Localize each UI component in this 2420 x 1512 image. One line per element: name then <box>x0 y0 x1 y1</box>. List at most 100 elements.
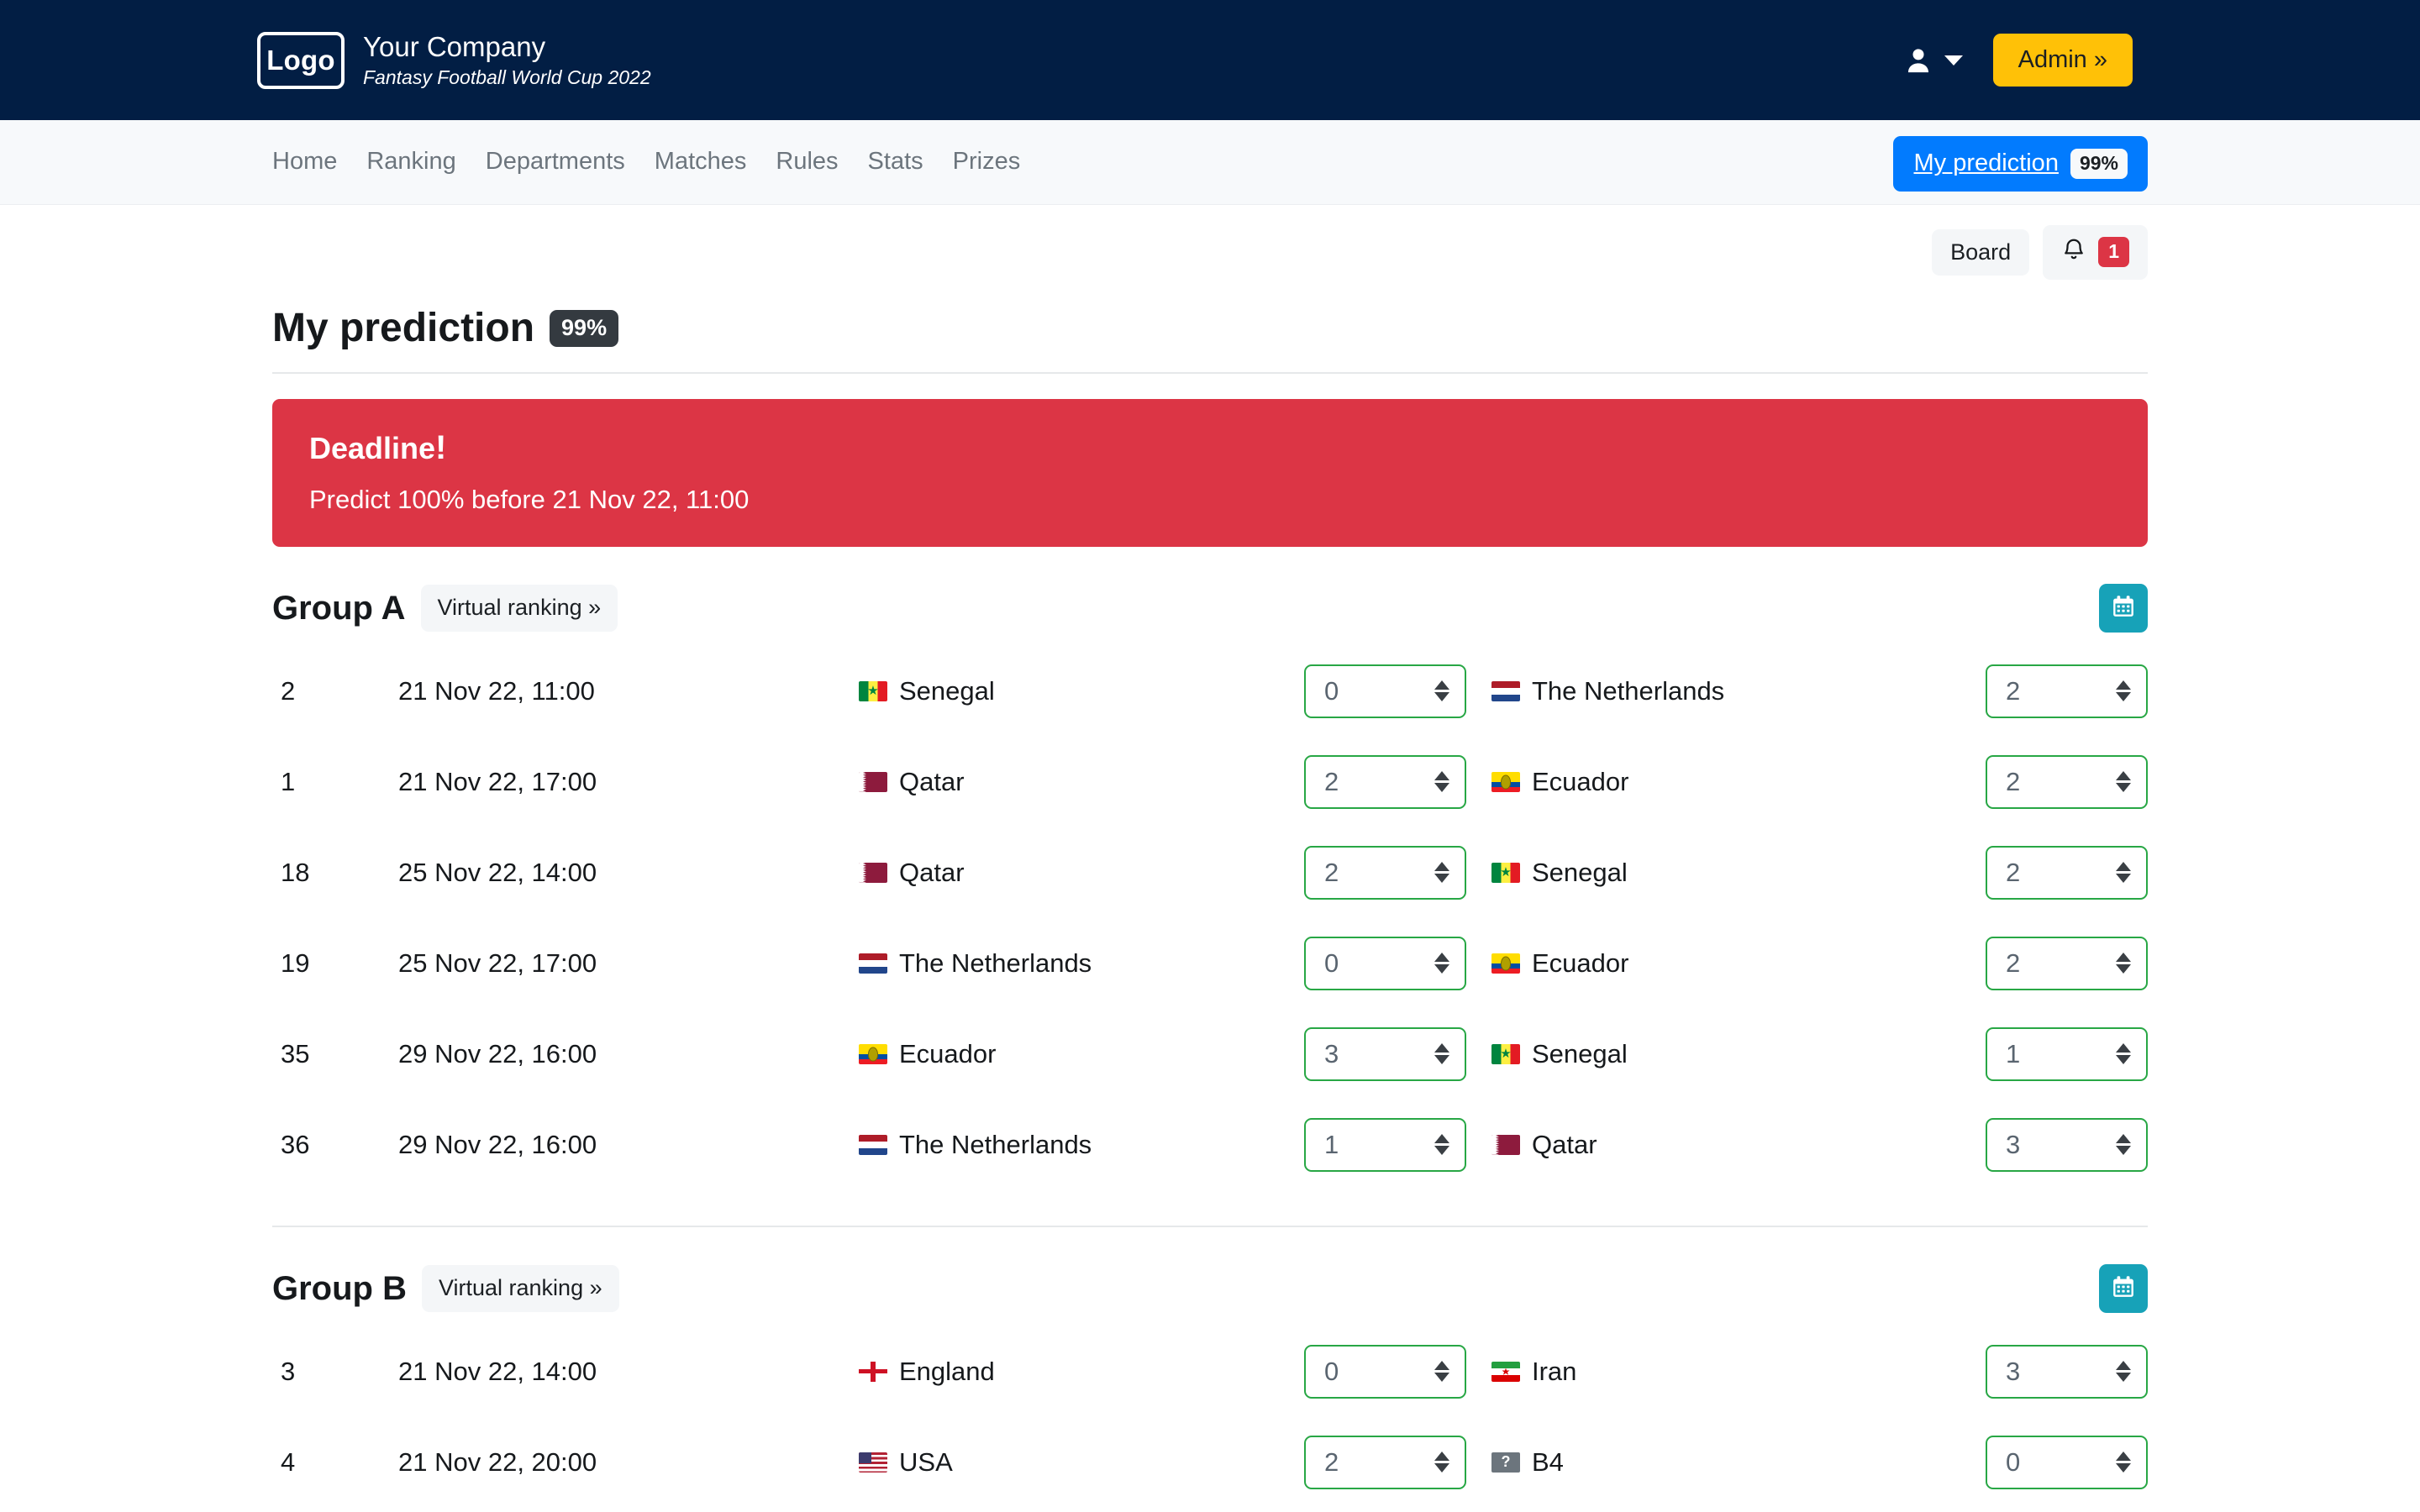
chevron-down-icon[interactable] <box>1434 1373 1449 1383</box>
chevron-down-icon[interactable] <box>2116 1373 2131 1383</box>
admin-button[interactable]: Admin » <box>1992 34 2133 87</box>
chevron-up-icon[interactable] <box>2116 1452 2131 1462</box>
home-score-input[interactable]: 2 <box>1304 754 1466 809</box>
chevron-up-icon[interactable] <box>1434 1452 1449 1462</box>
away-score-stepper[interactable] <box>2116 1043 2131 1065</box>
board-button[interactable]: Board <box>1932 228 2030 276</box>
chevron-down-icon[interactable] <box>1434 964 1449 974</box>
chevron-down-icon[interactable] <box>2116 692 2131 702</box>
chevron-down-icon[interactable] <box>2116 1055 2131 1065</box>
my-prediction-button[interactable]: My prediction 99% <box>1893 136 2148 192</box>
home-score-value: 3 <box>1324 1039 1339 1069</box>
home-score-input[interactable]: 0 <box>1304 1344 1466 1399</box>
home-score-stepper[interactable] <box>1434 953 1449 974</box>
match-datetime: 21 Nov 22, 11:00 <box>398 675 595 706</box>
home-score-input[interactable]: 2 <box>1304 1435 1466 1489</box>
away-score-input[interactable]: 2 <box>1986 664 2148 718</box>
away-score-stepper[interactable] <box>2116 1452 2131 1473</box>
nav-item-matches[interactable]: Matches <box>655 148 747 176</box>
chevron-up-icon[interactable] <box>1434 862 1449 872</box>
home-score-input[interactable]: 3 <box>1304 1026 1466 1081</box>
notifications-button[interactable]: 1 <box>2043 225 2148 280</box>
away-team-name: The Netherlands <box>1532 675 1725 706</box>
away-score-stepper[interactable] <box>2116 953 2131 974</box>
chevron-down-icon[interactable] <box>1434 1146 1449 1156</box>
chevron-up-icon[interactable] <box>1434 1361 1449 1371</box>
nav-item-ranking[interactable]: Ranking <box>366 148 455 176</box>
company-name: Your Company <box>363 30 546 62</box>
chevron-down-icon[interactable] <box>2116 1463 2131 1473</box>
nav-item-departments[interactable]: Departments <box>486 148 625 176</box>
nav-item-prizes[interactable]: Prizes <box>953 148 1021 176</box>
home-score-stepper[interactable] <box>1434 680 1449 702</box>
away-score-stepper[interactable] <box>2116 680 2131 702</box>
home-score-stepper[interactable] <box>1434 1043 1449 1065</box>
home-score-input[interactable]: 0 <box>1304 664 1466 718</box>
away-score-input[interactable]: 2 <box>1986 845 2148 900</box>
group-divider <box>272 1225 2148 1227</box>
virtual-ranking-button[interactable]: Virtual ranking » <box>420 584 618 632</box>
chevron-up-icon[interactable] <box>2116 1134 2131 1144</box>
chevron-up-icon[interactable] <box>1434 1134 1449 1144</box>
nav-item-rules[interactable]: Rules <box>776 148 838 176</box>
chevron-down-icon[interactable] <box>2116 874 2131 884</box>
main-navigation: Home Ranking Departments Matches Rules S… <box>0 120 2420 205</box>
chevron-up-icon[interactable] <box>2116 680 2131 690</box>
brand[interactable]: Logo Your Company Fantasy Football World… <box>257 31 651 89</box>
nav-item-stats[interactable]: Stats <box>868 148 923 176</box>
chevron-down-icon[interactable] <box>1434 1055 1449 1065</box>
away-score-value: 1 <box>2006 1039 2021 1069</box>
chevron-up-icon[interactable] <box>1434 771 1449 781</box>
deadline-title-text: Deadline <box>309 430 436 465</box>
chevron-down-icon[interactable] <box>2116 783 2131 793</box>
away-score-stepper[interactable] <box>2116 1361 2131 1383</box>
home-team: Qatar <box>859 767 1304 797</box>
chevron-down-icon[interactable] <box>1434 783 1449 793</box>
away-team: Iran <box>1466 1357 1986 1387</box>
home-score-stepper[interactable] <box>1434 771 1449 793</box>
away-score-input[interactable]: 2 <box>1986 936 2148 990</box>
home-score-input[interactable]: 2 <box>1304 845 1466 900</box>
virtual-ranking-button[interactable]: Virtual ranking » <box>421 1264 619 1312</box>
away-score-stepper[interactable] <box>2116 862 2131 884</box>
away-score-stepper[interactable] <box>2116 771 2131 793</box>
away-score-input[interactable]: 3 <box>1986 1117 2148 1172</box>
away-score-input[interactable]: 2 <box>1986 754 2148 809</box>
chevron-up-icon[interactable] <box>2116 862 2131 872</box>
chevron-up-icon[interactable] <box>2116 1361 2131 1371</box>
chevron-up-icon[interactable] <box>2116 771 2131 781</box>
away-score-input[interactable]: 1 <box>1986 1026 2148 1081</box>
chevron-down-icon[interactable] <box>1434 874 1449 884</box>
chevron-up-icon[interactable] <box>1434 953 1449 963</box>
home-score-value: 0 <box>1324 948 1339 979</box>
chevron-up-icon[interactable] <box>2116 953 2131 963</box>
chevron-up-icon[interactable] <box>1434 1043 1449 1053</box>
chevron-down-icon[interactable] <box>1434 692 1449 702</box>
nav-item-home[interactable]: Home <box>272 148 337 176</box>
home-score-stepper[interactable] <box>1434 1134 1449 1156</box>
away-score-input[interactable]: 0 <box>1986 1435 2148 1489</box>
chevron-down-icon[interactable] <box>2116 1146 2131 1156</box>
away-score-stepper[interactable] <box>2116 1134 2131 1156</box>
chevron-down-icon[interactable] <box>1434 1463 1449 1473</box>
chevron-up-icon[interactable] <box>1434 680 1449 690</box>
home-score-value: 0 <box>1324 1357 1339 1387</box>
home-score-input[interactable]: 0 <box>1304 936 1466 990</box>
top-header-bar: Logo Your Company Fantasy Football World… <box>0 0 2420 120</box>
match-datetime: 29 Nov 22, 16:00 <box>398 1038 597 1068</box>
group-calendar-button[interactable] <box>2099 583 2148 633</box>
home-score-stepper[interactable] <box>1434 1452 1449 1473</box>
home-score-value: 2 <box>1324 1447 1339 1478</box>
home-score-input[interactable]: 1 <box>1304 1117 1466 1172</box>
page-title-row: My prediction 99% <box>272 307 2148 374</box>
chevron-down-icon[interactable] <box>2116 964 2131 974</box>
home-score-stepper[interactable] <box>1434 862 1449 884</box>
chevron-up-icon[interactable] <box>2116 1043 2131 1053</box>
user-menu[interactable] <box>1904 45 1963 76</box>
match-number: 4 <box>281 1446 296 1477</box>
home-score-stepper[interactable] <box>1434 1361 1449 1383</box>
away-score-input[interactable]: 3 <box>1986 1344 2148 1399</box>
group-section-group-a: Group A Virtual ranking » 2 21 Nov 22, 1… <box>272 583 2148 1190</box>
group-calendar-button[interactable] <box>2099 1263 2148 1313</box>
deadline-alert: Deadline! Predict 100% before 21 Nov 22,… <box>272 398 2148 547</box>
